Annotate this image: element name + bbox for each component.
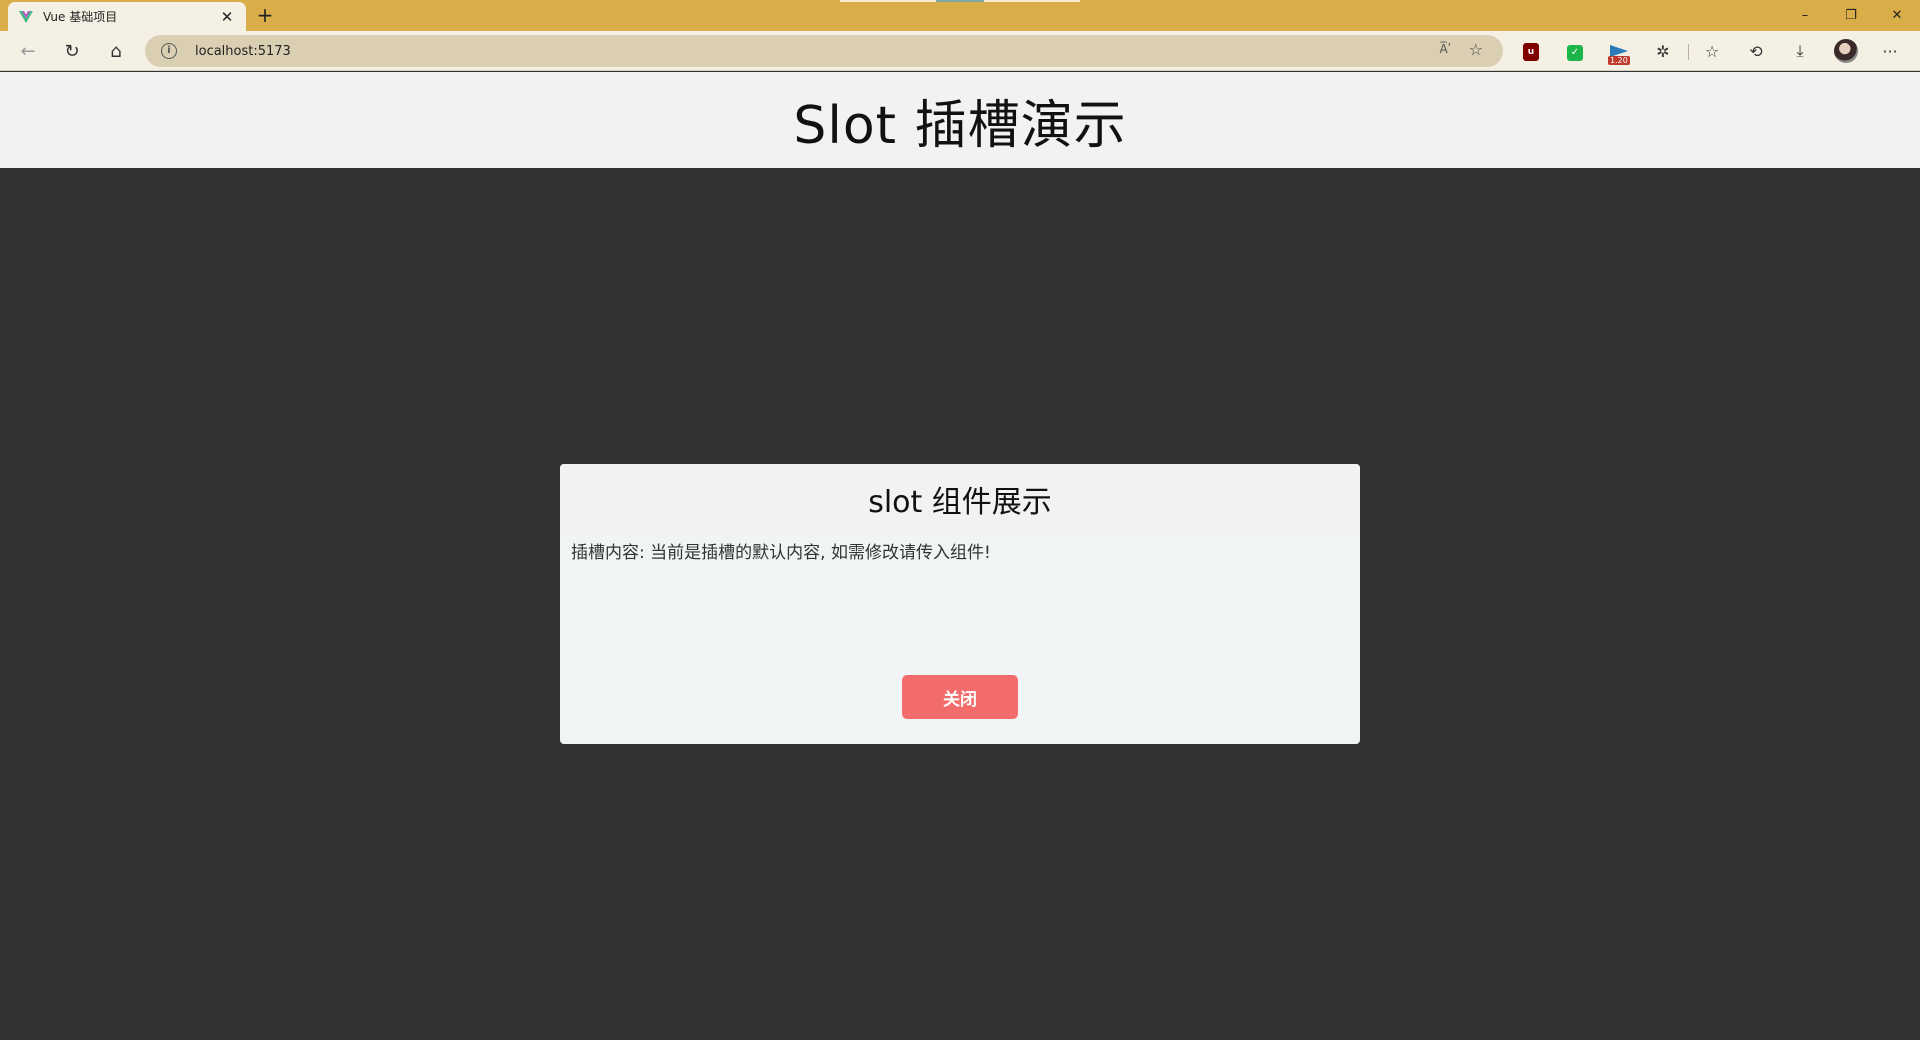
green-extension-icon[interactable]: ✓ [1564,40,1586,62]
page-header: Slot 插槽演示 [0,72,1920,168]
vue-logo-icon [18,9,34,25]
history-icon[interactable]: ⟲ [1745,40,1767,62]
dialog-slot-content: 插槽内容: 当前是插槽的默认内容, 如需修改请传入组件! [571,543,991,563]
home-button[interactable]: ⌂ [102,37,130,65]
browser-toolbar: ← ↻ ⌂ i localhost:5173 A̅ʹ ☆ u ✓ 1.20 ✲ … [0,31,1920,71]
window-controls: – ❐ ✕ [1782,0,1920,31]
tab-strip: Vue 基础项目 ✕ + – ❐ ✕ [0,0,1920,31]
tab-title: Vue 基础项目 [43,10,118,24]
restore-button[interactable]: ❐ [1828,0,1874,31]
extensions-puzzle-icon[interactable]: ✲ [1652,40,1674,62]
green-extension-label: ✓ [1567,44,1583,61]
address-url[interactable]: localhost:5173 [195,44,291,59]
page-viewport: Slot 插槽演示 slot 组件展示 插槽内容: 当前是插槽的默认内容, 如需… [0,72,1920,1040]
ublock-extension-icon[interactable]: u [1520,40,1542,62]
more-menu-icon[interactable]: ··· [1879,40,1901,62]
downloads-icon[interactable]: ⤓ [1789,40,1811,62]
browser-tab-active[interactable]: Vue 基础项目 ✕ [8,2,246,31]
extension-badge: 1.20 [1608,56,1630,65]
slot-dialog: slot 组件展示 插槽内容: 当前是插槽的默认内容, 如需修改请传入组件! 关… [560,464,1360,744]
back-button[interactable]: ← [14,37,42,65]
dialog-header: slot 组件展示 [560,464,1360,534]
tab-drag-indicator [840,0,1080,2]
window-close-button[interactable]: ✕ [1874,0,1920,31]
dialog-title: slot 组件展示 [868,485,1052,520]
site-info-icon[interactable]: i [161,43,177,59]
page-title: Slot 插槽演示 [793,95,1127,156]
address-bar[interactable]: i localhost:5173 A̅ʹ ☆ [145,35,1503,67]
profile-avatar[interactable] [1834,39,1858,63]
toolbar-divider [1688,44,1689,60]
badge-extension-icon[interactable]: 1.20 [1608,40,1630,65]
minimize-button[interactable]: – [1782,0,1828,31]
read-aloud-icon[interactable]: A̅ʹ [1439,42,1451,56]
tab-close-icon[interactable]: ✕ [218,8,236,26]
add-favorite-icon[interactable]: ☆ [1469,40,1483,59]
new-tab-button[interactable]: + [254,4,276,26]
ublock-label: u [1523,43,1539,61]
reload-button[interactable]: ↻ [58,37,86,65]
favorites-icon[interactable]: ☆ [1701,40,1723,62]
close-button[interactable]: 关闭 [902,675,1018,719]
